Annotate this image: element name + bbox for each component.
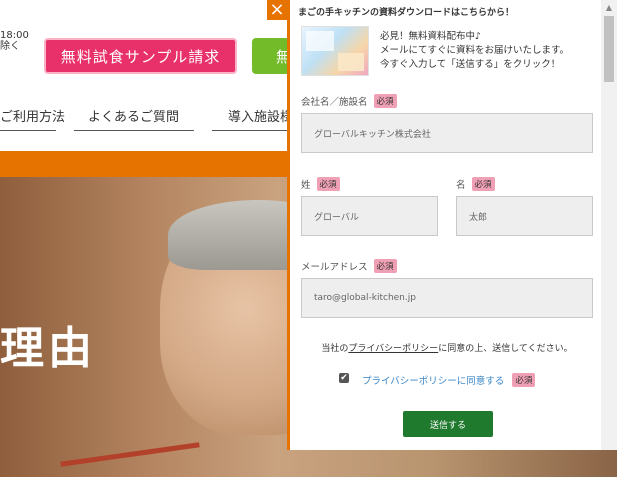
scrollbar[interactable]: ▲	[601, 0, 617, 450]
privacy-policy-link[interactable]: プライバシーポリシー	[348, 344, 438, 354]
promo-line: メールにてすぐに資料をお届けいたします。	[380, 45, 570, 56]
promo-line: 今すぐ入力して「送信する」をクリック！	[380, 59, 561, 70]
agree-checkbox[interactable]: ✔	[339, 373, 349, 383]
last-name-label: 姓 必須	[301, 177, 340, 191]
submit-button[interactable]: 送信する	[403, 411, 493, 437]
required-badge: 必須	[373, 94, 397, 108]
download-form-panel: まごの手キッチンの資料ダウンロードはこちらから！ 必見！無料資料配布中♪ メール…	[287, 0, 601, 450]
last-name-field[interactable]: グローバル	[301, 196, 438, 236]
hero-title: 理由	[0, 323, 96, 374]
business-hours: 18:00 除く	[0, 30, 29, 52]
brochure-thumbnail	[301, 26, 369, 76]
first-name-field[interactable]: 太郎	[456, 196, 593, 236]
agree-label-text[interactable]: プライバシーポリシーに同意する	[362, 373, 504, 387]
first-name-label-text: 名	[456, 180, 466, 191]
nav-facilities[interactable]: 導入施設様	[228, 106, 293, 125]
company-label-text: 会社名／施設名	[301, 97, 368, 108]
required-badge: 必須	[512, 373, 536, 387]
nav-faq[interactable]: よくあるご質問	[88, 106, 179, 125]
promo-text: 必見！無料資料配布中♪ メールにてすぐに資料をお届けいたします。 今すぐ入力して…	[380, 30, 569, 72]
privacy-before: 当社の	[321, 344, 349, 354]
company-field[interactable]: グローバルキッチン株式会社	[301, 113, 593, 153]
required-badge: 必須	[316, 177, 340, 191]
nav-usage[interactable]: ご利用方法	[0, 106, 65, 125]
first-name-label: 名 必須	[456, 177, 495, 191]
company-label: 会社名／施設名 必須	[301, 94, 397, 108]
scroll-up-icon[interactable]: ▲	[601, 0, 617, 16]
required-badge: 必須	[373, 259, 397, 273]
scroll-thumb[interactable]	[604, 16, 614, 82]
popup-title: まごの手キッチンの資料ダウンロードはこちらから！	[298, 8, 515, 18]
required-badge: 必須	[471, 177, 495, 191]
hours-text: 18:00	[0, 30, 29, 41]
email-field[interactable]: taro@global-kitchen.jp	[301, 278, 593, 318]
last-name-label-text: 姓	[301, 180, 311, 191]
email-label: メールアドレス 必須	[301, 259, 397, 273]
email-label-text: メールアドレス	[301, 262, 368, 273]
free-sample-request-button[interactable]: 無料試食サンプル請求	[44, 38, 237, 74]
privacy-notice: 当社のプライバシーポリシーに同意の上、送信してください。	[290, 341, 604, 354]
agree-label[interactable]: プライバシーポリシーに同意する 必須	[362, 373, 536, 387]
close-icon[interactable]: ×	[267, 0, 287, 20]
promo-line: 必見！無料資料配布中♪	[380, 31, 482, 42]
nav-divider	[0, 130, 56, 131]
hours-note: 除く	[0, 41, 20, 52]
nav-divider	[212, 130, 287, 131]
nav-divider	[74, 130, 194, 131]
privacy-after: に同意の上、送信してください。	[438, 344, 573, 354]
